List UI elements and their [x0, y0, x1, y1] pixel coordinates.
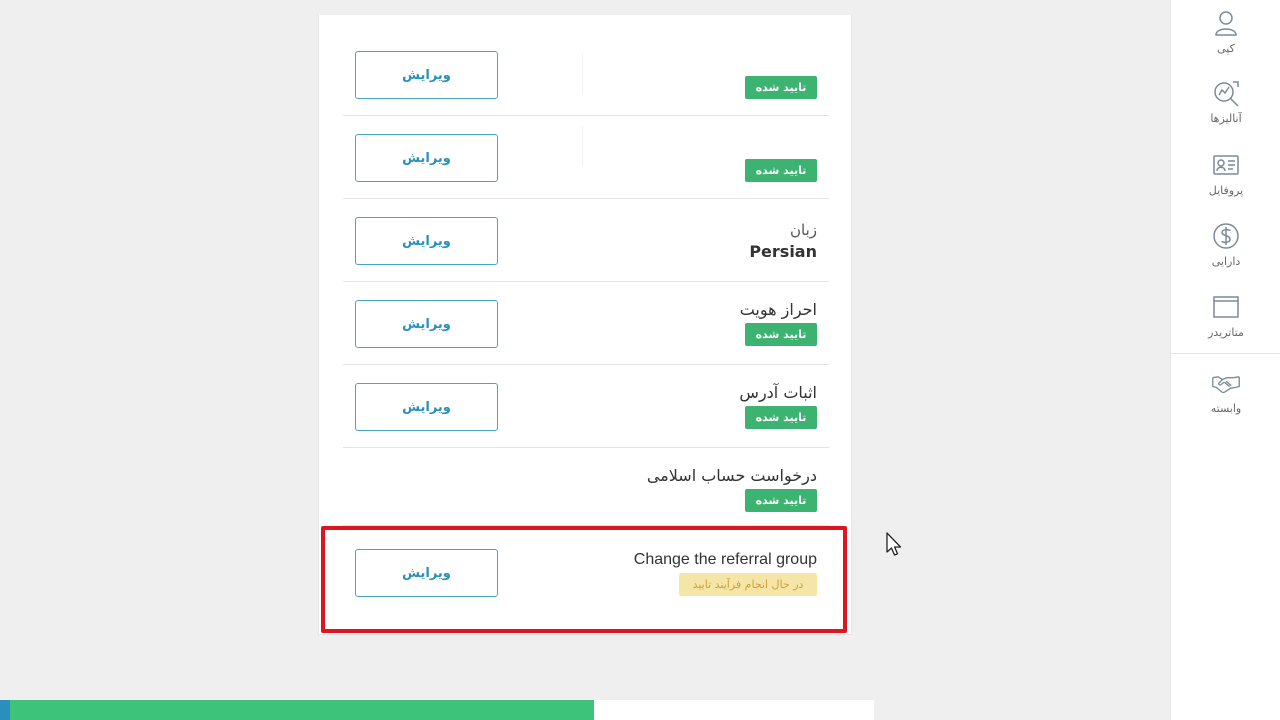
window-icon — [1213, 296, 1239, 318]
islamic-account-label: درخواست حساب اسلامی — [646, 466, 817, 485]
edit-button[interactable]: ویرایش — [355, 51, 498, 99]
sidebar-item-label: متاتریدر — [1208, 326, 1244, 339]
row-info: تایید شده — [745, 76, 817, 99]
sidebar-item-label: پروفایل — [1208, 184, 1244, 197]
row-info: Change the referral group در حال انجام ف… — [634, 549, 817, 596]
column-divider — [582, 126, 583, 166]
bottom-accent — [0, 700, 10, 720]
sidebar-item-label: دارایی — [1211, 255, 1241, 268]
account-settings-card: ویرایش تایید شده ویرایش تایید شده ویرایش… — [318, 15, 852, 635]
sidebar-item-metatrader[interactable]: متاتریدر — [1171, 292, 1280, 339]
referral-group-label: Change the referral group — [633, 551, 817, 568]
sidebar-item-profile[interactable]: پروفایل — [1171, 150, 1280, 197]
row-info: تایید شده — [745, 159, 817, 182]
status-badge: تایید شده — [745, 159, 817, 182]
pending-status-badge: در حال انجام فرآیند تایید — [679, 573, 817, 596]
row-info: درخواست حساب اسلامی تایید شده — [647, 465, 817, 512]
column-divider — [582, 53, 583, 93]
sidebar-item-affiliate[interactable]: وابسته — [1171, 368, 1280, 415]
sidebar-item-label: آنالیزها — [1210, 112, 1242, 125]
right-sidebar: کپی آنالیزها پروفایل دارایی متاتریدر واب… — [1170, 0, 1280, 720]
sidebar-item-analyses[interactable]: آنالیزها — [1171, 78, 1280, 125]
sidebar-item-assets[interactable]: دارایی — [1171, 221, 1280, 268]
status-badge: تایید شده — [745, 489, 817, 512]
edit-language-button[interactable]: ویرایش — [355, 217, 498, 265]
analysis-icon — [1214, 81, 1239, 107]
settings-row-1: ویرایش تایید شده — [343, 33, 829, 116]
settings-row-language: ویرایش زبان Persian — [343, 199, 829, 282]
sidebar-item-label: کپی — [1217, 42, 1235, 55]
edit-button[interactable]: ویرایش — [355, 134, 498, 182]
language-label: زبان — [789, 221, 817, 239]
settings-row-islamic-account: درخواست حساب اسلامی تایید شده — [343, 448, 829, 526]
progress-fill — [0, 700, 595, 720]
sidebar-item-copy[interactable]: کپی — [1171, 8, 1280, 55]
identity-label: احراز هویت — [739, 300, 817, 319]
user-icon — [1215, 11, 1237, 36]
edit-address-button[interactable]: ویرایش — [355, 383, 498, 431]
address-label: اثبات آدرس — [739, 383, 817, 402]
status-badge: تایید شده — [745, 406, 817, 429]
sidebar-item-label: وابسته — [1210, 402, 1242, 415]
row-info: زبان Persian — [749, 219, 817, 263]
edit-identity-button[interactable]: ویرایش — [355, 300, 498, 348]
handshake-icon — [1212, 376, 1240, 394]
mouse-cursor-icon — [886, 532, 902, 556]
status-badge: تایید شده — [745, 323, 817, 346]
row-info: اثبات آدرس تایید شده — [739, 382, 817, 429]
edit-referral-group-button[interactable]: ویرایش — [355, 549, 498, 597]
row-info: احراز هویت تایید شده — [740, 299, 817, 346]
settings-row-2: ویرایش تایید شده — [343, 116, 829, 199]
sidebar-divider — [1171, 353, 1280, 354]
settings-row-identity: ویرایش احراز هویت تایید شده — [343, 282, 829, 365]
profile-card-icon — [1213, 155, 1239, 175]
language-value: Persian — [749, 242, 817, 261]
settings-row-address: ویرایش اثبات آدرس تایید شده — [343, 365, 829, 448]
bottom-status-bar — [0, 700, 874, 720]
dollar-icon — [1213, 223, 1239, 249]
status-badge: تایید شده — [745, 76, 817, 99]
settings-row-referral-group: ویرایش Change the referral group در حال … — [343, 526, 829, 626]
